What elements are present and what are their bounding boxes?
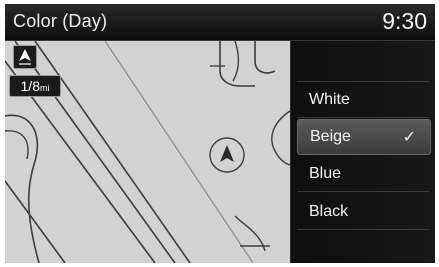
clock: 9:30 bbox=[382, 8, 427, 34]
option-white[interactable]: White bbox=[297, 83, 429, 118]
option-label: Black bbox=[309, 203, 349, 220]
navigation-screen: Color (Day) 9:30 1/8mi White Beige ✓ Blu… bbox=[5, 4, 435, 263]
option-label: Beige bbox=[310, 128, 351, 145]
vehicle-position-marker bbox=[209, 137, 245, 173]
map-scale-indicator[interactable]: 1/8mi bbox=[9, 75, 61, 97]
screen-title: Color (Day) bbox=[13, 11, 108, 31]
compass-arrow-icon bbox=[19, 49, 31, 65]
option-beige[interactable]: Beige ✓ bbox=[297, 119, 431, 155]
option-blue[interactable]: Blue bbox=[297, 157, 429, 192]
option-label: Blue bbox=[309, 165, 342, 182]
color-options-panel: White Beige ✓ Blue Black bbox=[290, 41, 435, 263]
scale-unit: mi bbox=[39, 83, 50, 93]
option-label: White bbox=[309, 91, 350, 108]
checkmark-icon: ✓ bbox=[402, 129, 416, 146]
option-black[interactable]: Black bbox=[297, 195, 429, 230]
header-bar: Color (Day) 9:30 bbox=[5, 4, 435, 41]
north-up-icon[interactable] bbox=[13, 45, 37, 69]
scale-value: 1/8 bbox=[20, 78, 40, 94]
menu-top-divider bbox=[297, 81, 429, 82]
map-view[interactable]: 1/8mi bbox=[5, 41, 290, 263]
